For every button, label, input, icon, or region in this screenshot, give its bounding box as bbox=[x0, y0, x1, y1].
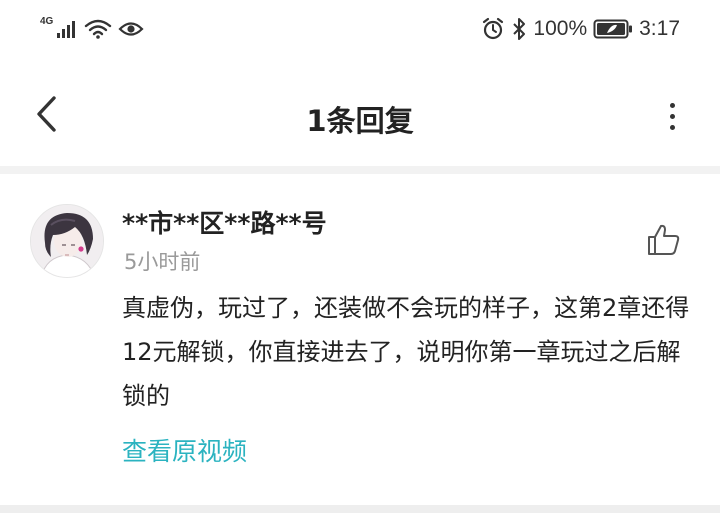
signal-icon bbox=[57, 21, 76, 38]
avatar-illustration bbox=[31, 205, 103, 277]
alarm-icon bbox=[483, 17, 504, 40]
avatar[interactable] bbox=[30, 204, 104, 278]
comment-text: 真虚伪，玩过了，还装做不会玩的样子，这第2章还得12元解锁，你直接进去了，说明你… bbox=[122, 294, 690, 410]
thumbs-up-icon bbox=[648, 224, 680, 255]
more-dot-icon bbox=[669, 113, 675, 119]
battery-percent: 100% bbox=[533, 17, 588, 40]
wifi-icon bbox=[85, 19, 112, 39]
comment-timestamp: 5小时前 bbox=[124, 250, 201, 274]
comment-item: **市**区**路**号 5小时前 真虚伪，玩过了，还装做不会玩的样子，这第2章… bbox=[0, 174, 720, 504]
more-dot-icon bbox=[669, 124, 675, 130]
eye-icon bbox=[118, 22, 144, 36]
status-right: 100% 3:17 bbox=[481, 14, 680, 44]
clock-time: 3:17 bbox=[639, 17, 680, 40]
bottom-divider bbox=[0, 505, 720, 513]
like-button[interactable] bbox=[646, 222, 682, 258]
more-options-button[interactable] bbox=[662, 96, 682, 136]
status-left: 4G bbox=[40, 14, 144, 44]
app-header: 1条回复 bbox=[0, 62, 720, 166]
more-dot-icon bbox=[669, 102, 675, 108]
comment-username[interactable]: **市**区**路**号 bbox=[122, 204, 327, 240]
battery-icon bbox=[593, 19, 633, 39]
bluetooth-icon bbox=[513, 18, 526, 40]
network-type-label: 4G bbox=[40, 15, 54, 27]
status-bar: 4G 100% 3:17 bbox=[0, 0, 720, 62]
section-divider bbox=[0, 166, 720, 174]
view-original-video-link[interactable]: 查看原视频 bbox=[122, 432, 247, 468]
page-title: 1条回复 bbox=[306, 104, 414, 138]
